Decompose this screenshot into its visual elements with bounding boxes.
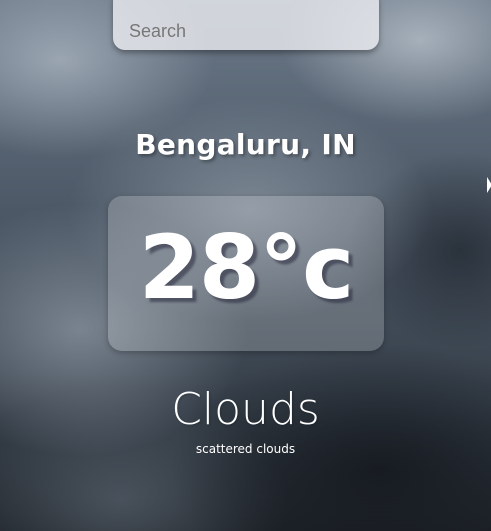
mouse-cursor-icon bbox=[487, 177, 491, 193]
location-name: Bengaluru, IN bbox=[135, 128, 356, 161]
weather-description: scattered clouds bbox=[195, 442, 296, 456]
temperature-value: 28°c bbox=[138, 216, 355, 319]
search-input[interactable] bbox=[113, 0, 379, 50]
temperature-card: 28°c bbox=[108, 196, 384, 351]
weather-condition: Clouds bbox=[171, 384, 320, 435]
search-bar[interactable] bbox=[113, 0, 379, 50]
